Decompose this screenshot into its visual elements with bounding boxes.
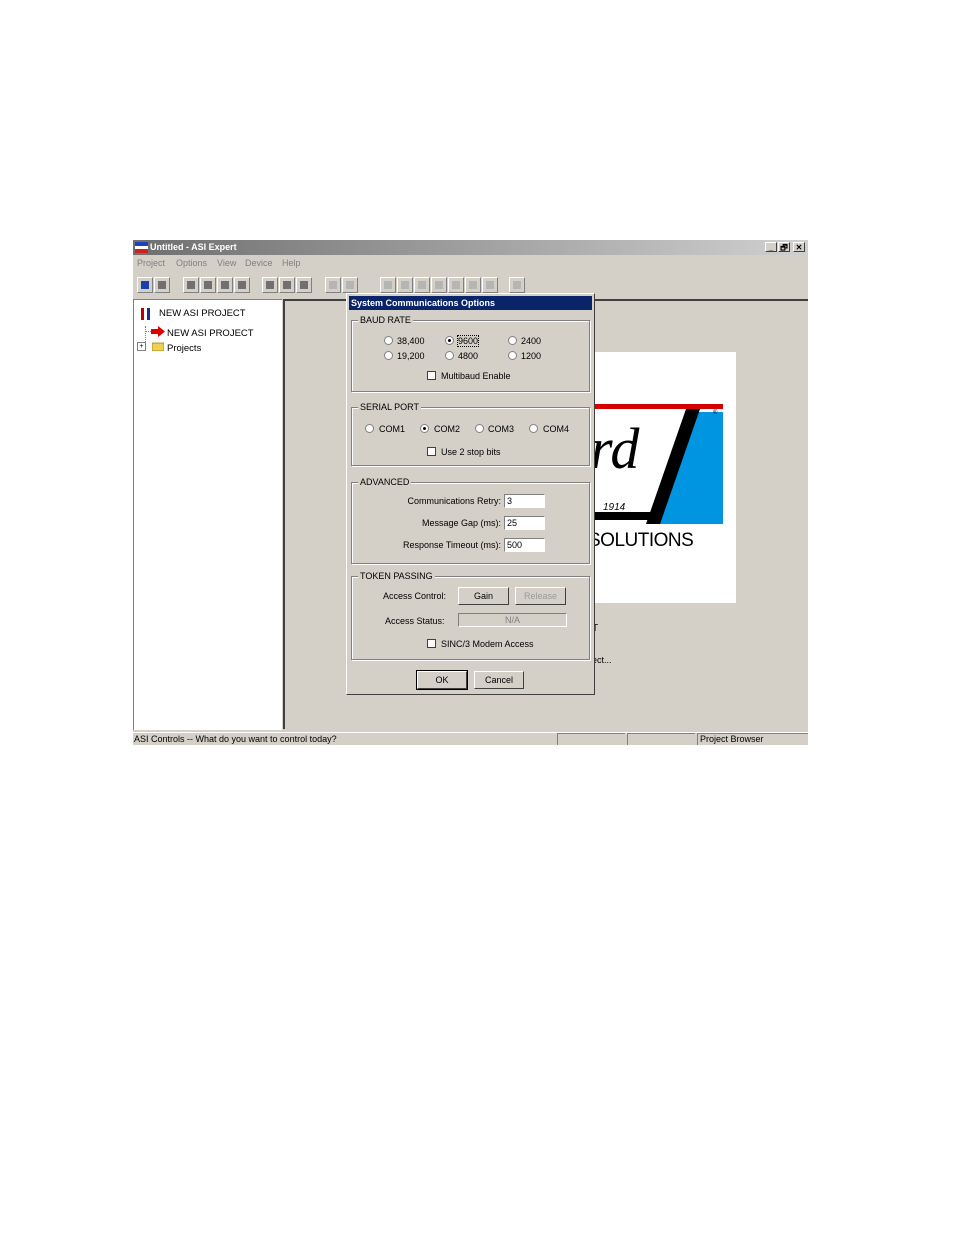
baud-4800-label: 4800 (458, 351, 479, 361)
grid-icon[interactable] (448, 277, 464, 293)
com3-radio[interactable] (475, 424, 484, 433)
access-status-label: Access Status: (385, 616, 445, 626)
advanced-group: ADVANCED Communications Retry: 3 Message… (351, 477, 590, 564)
chart-icon[interactable] (482, 277, 498, 293)
com2-radio[interactable] (420, 424, 429, 433)
app-icon (135, 242, 148, 253)
text-icon[interactable] (397, 277, 413, 293)
upload-icon[interactable] (234, 277, 250, 293)
baud-9600-radio[interactable] (445, 336, 454, 345)
company-logo: rd 1914 ® SOLUTIONS (588, 352, 736, 603)
retry-label: Communications Retry: (407, 496, 501, 506)
response-timeout-label: Response Timeout (ms): (402, 540, 501, 550)
baud-rate-group: BAUD RATE 38,400 9600 2400 19,200 4800 1… (351, 315, 590, 392)
ok-button[interactable]: OK (416, 670, 468, 690)
status-pane (627, 733, 695, 745)
check-icon[interactable] (509, 277, 525, 293)
save-icon[interactable] (262, 277, 278, 293)
dialog-titlebar[interactable]: System Communications Options (349, 296, 592, 310)
retry-input[interactable]: 3 (504, 494, 545, 508)
menu-view[interactable]: View (217, 258, 236, 268)
download-icon[interactable] (325, 277, 341, 293)
cancel-button[interactable]: Cancel (474, 671, 524, 689)
status-bar: ASI Controls -- What do you want to cont… (133, 732, 808, 745)
open-icon[interactable] (183, 277, 199, 293)
tree-item-project[interactable]: NEW ASI PROJECT (167, 328, 254, 339)
tools-icon[interactable] (154, 277, 170, 293)
sinc-modem-label: SINC/3 Modem Access (441, 639, 534, 649)
com2-label: COM2 (434, 424, 461, 434)
baud-1200-radio[interactable] (508, 351, 517, 360)
menu-device[interactable]: Device (245, 258, 273, 268)
dialog-title: System Communications Options (351, 298, 496, 308)
expand-icon[interactable]: + (137, 342, 146, 351)
access-status-value: N/A (458, 613, 567, 627)
menu-help[interactable]: Help (282, 258, 301, 268)
status-pane (557, 733, 625, 745)
status-project-browser: Project Browser (697, 733, 808, 745)
tree-item-projects[interactable]: Projects (167, 343, 201, 354)
serial-port-title: SERIAL PORT (358, 402, 422, 412)
baud-38400-radio[interactable] (384, 336, 393, 345)
serial-port-group: SERIAL PORT COM1 COM2 COM3 COM4 Use 2 st… (351, 402, 590, 466)
com4-radio[interactable] (529, 424, 538, 433)
panel-icon[interactable] (414, 277, 430, 293)
message-gap-input[interactable]: 25 (504, 516, 545, 530)
baud-4800-radio[interactable] (445, 351, 454, 360)
minimize-button[interactable]: _ (765, 242, 777, 252)
save-as-icon[interactable] (296, 277, 312, 293)
home-icon[interactable] (380, 277, 396, 293)
com3-label: COM3 (488, 424, 515, 434)
monitor2-icon[interactable] (431, 277, 447, 293)
table-icon[interactable] (465, 277, 481, 293)
baud-2400-radio[interactable] (508, 336, 517, 345)
find-icon[interactable] (217, 277, 233, 293)
status-message: ASI Controls -- What do you want to cont… (134, 734, 337, 744)
stop-bits-label: Use 2 stop bits (441, 447, 501, 457)
save-all-icon[interactable] (279, 277, 295, 293)
folder-icon (152, 342, 164, 351)
tree-root[interactable]: NEW ASI PROJECT (159, 308, 246, 319)
sinc-modem-checkbox[interactable] (427, 639, 436, 648)
project-tree[interactable]: NEW ASI PROJECT NEW ASI PROJECT + Projec… (133, 299, 282, 730)
stop-bits-checkbox[interactable] (427, 447, 436, 456)
window-titlebar[interactable]: Untitled - ASI Expert _ 🗗 ✕ (133, 240, 808, 255)
baud-rate-title: BAUD RATE (358, 315, 413, 325)
logo-year: 1914 (603, 502, 626, 513)
message-gap-label: Message Gap (ms): (421, 518, 501, 528)
arrow-icon (151, 326, 165, 337)
monitor-icon[interactable] (137, 277, 153, 293)
system-communications-dialog: System Communications Options BAUD RATE … (346, 293, 595, 695)
com1-radio[interactable] (365, 424, 374, 433)
baud-1200-label: 1200 (521, 351, 542, 361)
multibaud-checkbox[interactable] (427, 371, 436, 380)
menu-options[interactable]: Options (176, 258, 207, 268)
download-all-icon[interactable] (342, 277, 358, 293)
baud-2400-label: 2400 (521, 336, 542, 346)
multibaud-label: Multibaud Enable (441, 371, 511, 381)
menu-bar: Project Options View Device Help (133, 257, 808, 270)
logo-solutions: SOLUTIONS (588, 530, 694, 551)
baud-38400-label: 38,400 (397, 336, 425, 346)
advanced-title: ADVANCED (358, 477, 412, 487)
com4-label: COM4 (543, 424, 570, 434)
token-passing-group: TOKEN PASSING Access Control: Gain Relea… (351, 571, 590, 660)
response-timeout-input[interactable]: 500 (504, 538, 545, 552)
restore-button[interactable]: 🗗 (778, 242, 790, 252)
release-button[interactable]: Release (515, 587, 566, 605)
close-button[interactable]: ✕ (793, 242, 805, 252)
print-icon[interactable] (200, 277, 216, 293)
logo-reg: ® (713, 410, 718, 416)
token-passing-title: TOKEN PASSING (358, 571, 435, 581)
menu-project[interactable]: Project (137, 258, 165, 268)
com1-label: COM1 (379, 424, 406, 434)
baud-19200-label: 19,200 (397, 351, 425, 361)
access-control-label: Access Control: (383, 591, 447, 601)
gain-button[interactable]: Gain (458, 587, 509, 605)
window-title: Untitled - ASI Expert (150, 242, 237, 252)
logo-text: rd (590, 416, 640, 481)
tools-icon (141, 308, 150, 320)
baud-9600-label: 9600 (456, 335, 480, 347)
baud-19200-radio[interactable] (384, 351, 393, 360)
